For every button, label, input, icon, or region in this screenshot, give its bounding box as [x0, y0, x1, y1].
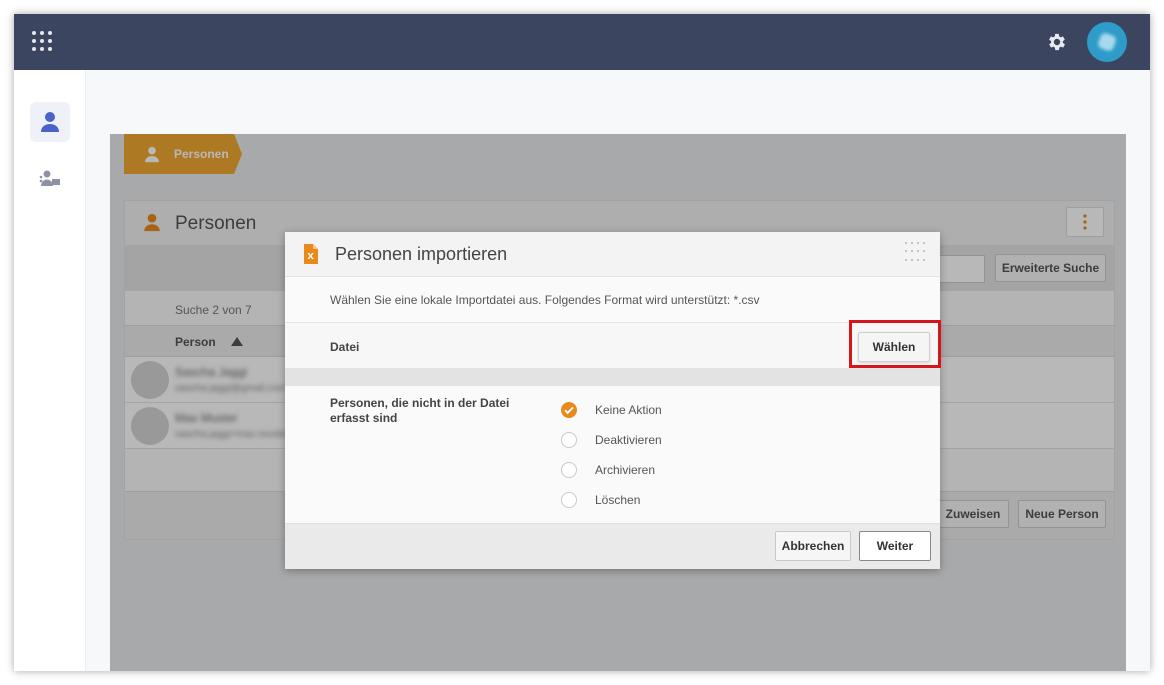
sidebar — [14, 70, 86, 671]
radio-label: Löschen — [595, 493, 641, 507]
radio-label: Keine Aktion — [595, 403, 662, 417]
file-label: Datei — [330, 340, 360, 354]
import-dialog: Personen importieren Wählen Sie eine lok… — [285, 232, 941, 569]
missing-persons-label: Personen, die nicht in der Datei erfasst… — [330, 396, 510, 425]
radio-label: Archivieren — [595, 463, 656, 477]
radio-unchecked-icon — [561, 492, 577, 508]
radio-unchecked-icon — [561, 432, 577, 448]
app-launcher-icon[interactable] — [32, 31, 54, 53]
section-divider — [285, 369, 940, 386]
main-area: Personen Personen Erweiterte Suche Suche… — [86, 70, 1150, 671]
radio-delete[interactable]: Löschen — [561, 490, 741, 510]
choose-file-button[interactable]: Wählen — [858, 332, 930, 362]
person-group-icon — [39, 170, 60, 186]
excel-file-icon — [304, 244, 318, 264]
radio-no-action[interactable]: Keine Aktion — [561, 400, 741, 420]
cancel-button[interactable]: Abbrechen — [775, 531, 851, 561]
radio-checked-icon — [561, 402, 577, 418]
dialog-description: Wählen Sie eine lokale Importdatei aus. … — [330, 293, 760, 307]
sidebar-item-persons[interactable] — [30, 102, 70, 142]
radio-unchecked-icon — [561, 462, 577, 478]
radio-archive[interactable]: Archivieren — [561, 460, 741, 480]
file-row: Datei Wählen — [285, 322, 940, 369]
radio-label: Deaktivieren — [595, 433, 662, 447]
content-area: Personen Personen Erweiterte Suche Suche… — [110, 134, 1126, 671]
user-avatar[interactable] — [1087, 22, 1127, 62]
dialog-footer: Abbrechen Weiter — [285, 523, 940, 569]
sidebar-item-groups[interactable] — [30, 160, 70, 200]
next-button[interactable]: Weiter — [859, 531, 931, 561]
gear-icon[interactable] — [1046, 31, 1068, 53]
person-icon — [41, 112, 59, 132]
drag-handle-icon[interactable] — [905, 242, 927, 264]
app-window: Personen Personen Erweiterte Suche Suche… — [14, 14, 1150, 671]
radio-deactivate[interactable]: Deaktivieren — [561, 430, 741, 450]
top-bar — [14, 14, 1150, 70]
dialog-title: Personen importieren — [335, 244, 508, 264]
dialog-header: Personen importieren — [285, 232, 940, 277]
